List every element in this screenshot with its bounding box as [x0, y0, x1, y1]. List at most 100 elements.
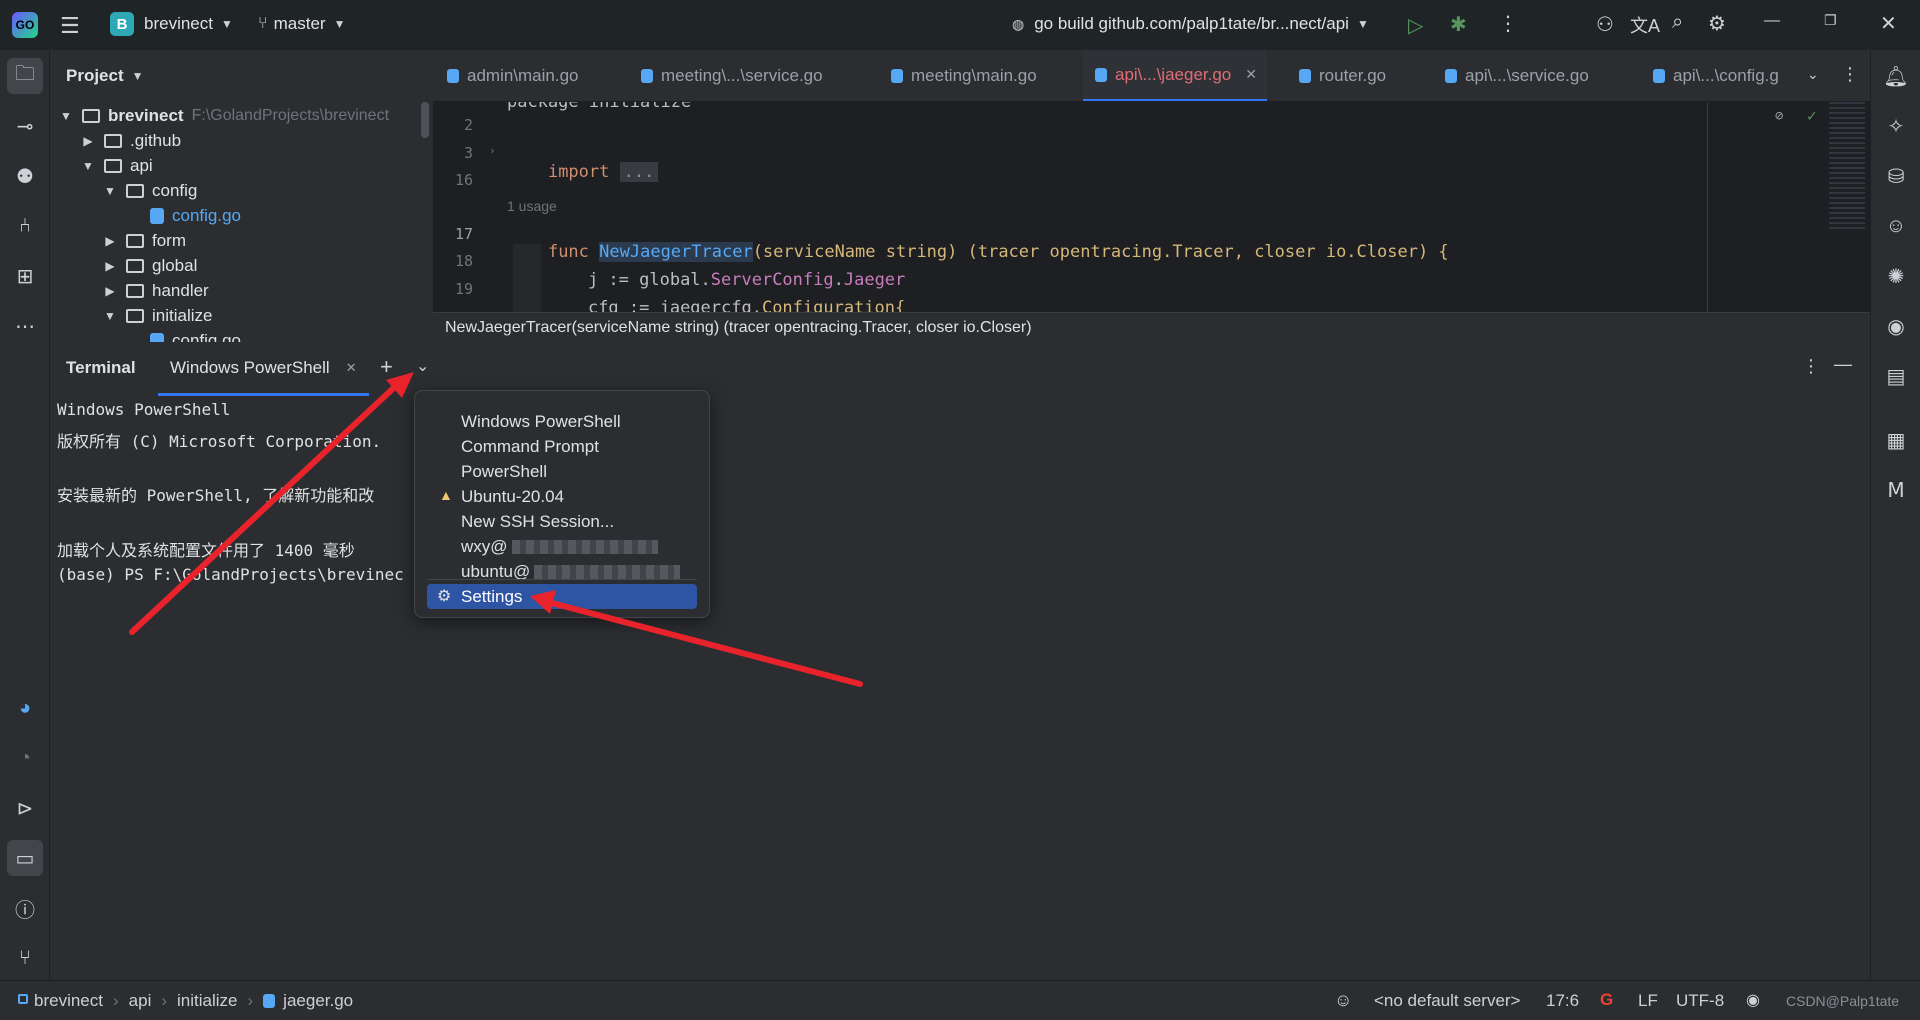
expand-arrow-icon[interactable]: ▼	[102, 309, 118, 323]
project-scrollbar[interactable]	[421, 102, 429, 138]
structure-icon[interactable]: ⊞	[7, 258, 43, 294]
tab-list-chevron-icon[interactable]: ⌄	[1807, 66, 1819, 83]
line-separator[interactable]: LF	[1638, 991, 1658, 1011]
hide-panel-icon[interactable]: —	[1834, 354, 1852, 375]
menu-item-new-ssh-session[interactable]: New SSH Session...	[461, 509, 614, 534]
menu-item-ssh-wxy[interactable]: wxy@	[461, 534, 658, 559]
add-user-icon[interactable]: ⚇	[1596, 12, 1614, 37]
close-tab-icon[interactable]: ✕	[1245, 66, 1257, 83]
profiler-icon[interactable]: ◔	[7, 740, 43, 776]
terminal-options-icon[interactable]: ⋮	[1802, 356, 1820, 377]
menu-item-ssh-ubuntu[interactable]: ubuntu@	[461, 559, 681, 584]
terminal-dropdown-chevron-icon[interactable]: ⌄	[416, 356, 429, 376]
pull-requests-icon[interactable]: ⑃	[7, 208, 43, 244]
expand-arrow-icon[interactable]: ▼	[58, 109, 74, 123]
menu-item-command-prompt[interactable]: Command Prompt	[461, 434, 599, 459]
goland-logo-icon[interactable]: GO	[12, 12, 38, 38]
copilot-icon[interactable]: ☺	[1878, 208, 1914, 244]
plugin-icon[interactable]: ⚉	[7, 158, 43, 194]
more-tools-icon[interactable]: ⋯	[7, 308, 43, 344]
no-problems-check-icon[interactable]: ✓	[1807, 106, 1817, 125]
run-icon[interactable]: ▷	[1408, 13, 1423, 38]
expand-arrow-icon[interactable]: ▶	[102, 259, 118, 273]
tree-item-initialize[interactable]: ▼ initialize	[102, 303, 212, 328]
expand-arrow-icon[interactable]: ▼	[102, 184, 118, 198]
markdown-m-icon[interactable]: Ⅿ	[1878, 472, 1914, 508]
tree-item-handler[interactable]: ▶ handler	[102, 278, 208, 303]
restore-icon[interactable]: ❐	[1824, 12, 1837, 29]
settings-gear-icon[interactable]: ⚙	[1708, 11, 1726, 36]
code-editor[interactable]: package initialize 2 3 › import ... 16 1…	[433, 102, 1870, 312]
menu-item-settings[interactable]: ⚙ Settings	[427, 584, 697, 609]
tab-options-icon[interactable]: ⋮	[1841, 64, 1859, 85]
expand-arrow-icon[interactable]: ▶	[80, 134, 96, 148]
close-tab-icon[interactable]: ✕	[346, 360, 357, 376]
expand-arrow-icon[interactable]: ▶	[102, 284, 118, 298]
tree-item-config-folder[interactable]: ▼ config	[102, 178, 197, 203]
tree-item-label: initialize	[152, 305, 213, 325]
close-window-icon[interactable]: ✕	[1880, 11, 1897, 36]
tree-item-root[interactable]: ▼ brevinect F:\GolandProjects\brevinect	[58, 103, 389, 128]
breadcrumb-item[interactable]: api	[129, 991, 152, 1011]
project-switcher[interactable]: B brevinect ▼	[110, 12, 233, 36]
project-pane-header[interactable]: Project ▼	[50, 50, 433, 102]
menu-item-windows-powershell[interactable]: Windows PowerShell	[461, 409, 621, 434]
google-g-icon[interactable]: G	[1600, 990, 1613, 1010]
problems-icon[interactable]: ⓘ	[7, 890, 43, 926]
new-terminal-plus-icon[interactable]: +	[380, 354, 393, 380]
main-menu-icon[interactable]: ☰	[60, 13, 80, 39]
menu-item-powershell[interactable]: PowerShell	[461, 459, 547, 484]
tree-item-initialize-config-go[interactable]: config.go	[150, 328, 241, 342]
chat-icon[interactable]: ◉	[1878, 308, 1914, 344]
document-icon[interactable]: ▦	[1878, 422, 1914, 458]
editor-tab-active[interactable]: api\...\jaeger.go ✕	[1083, 50, 1267, 101]
breadcrumb-item[interactable]: initialize	[177, 991, 237, 1011]
minimize-icon[interactable]: —	[1764, 12, 1780, 30]
terminal-tab[interactable]: Windows PowerShell ✕	[158, 342, 369, 396]
commit-icon[interactable]: ⊸	[7, 108, 43, 144]
breadcrumb-item[interactable]: jaeger.go	[283, 991, 353, 1011]
expand-arrow-icon[interactable]: ▼	[80, 159, 96, 173]
tree-item-config-go[interactable]: config.go	[150, 203, 241, 228]
editor-tab[interactable]: api\...\config.g	[1653, 50, 1793, 101]
project-folder-icon[interactable]: 🗀	[7, 58, 43, 94]
breadcrumb-item[interactable]: brevinect	[34, 991, 103, 1011]
git-icon[interactable]: ⑂	[7, 940, 43, 976]
gopher-assistant-icon[interactable]: ◕	[7, 690, 43, 726]
usage-hint[interactable]: 1 usage	[507, 198, 557, 214]
expand-arrow-icon[interactable]: ▶	[102, 234, 118, 248]
notifications-icon[interactable]: 🔔︎	[1878, 58, 1914, 94]
tree-item-global[interactable]: ▶ global	[102, 253, 197, 278]
readonly-eye-icon[interactable]: ◉	[1746, 990, 1760, 1010]
editor-tab[interactable]: api\...\service.go	[1445, 50, 1589, 101]
services-icon[interactable]: ⊳	[7, 790, 43, 826]
minimap[interactable]	[1829, 102, 1865, 232]
menu-item-ubuntu[interactable]: Ubuntu-20.04	[461, 484, 564, 509]
reader-mode-icon[interactable]: ⊘	[1775, 108, 1783, 124]
tree-item-api[interactable]: ▼ api	[80, 153, 153, 178]
ai-status-icon[interactable]: ☺	[1334, 990, 1352, 1011]
file-encoding[interactable]: UTF-8	[1676, 991, 1724, 1011]
run-config-selector[interactable]: ◍ go build github.com/palp1tate/br...nec…	[1012, 14, 1369, 34]
fold-arrow-icon[interactable]: ›	[489, 144, 496, 157]
editor-tab[interactable]: meeting\...\service.go	[641, 50, 823, 101]
editor-tab[interactable]: admin\main.go	[447, 50, 579, 101]
translate-icon[interactable]: 文A	[1630, 12, 1660, 38]
more-actions-icon[interactable]: ⋮	[1498, 11, 1518, 36]
caret-position[interactable]: 17:6	[1546, 991, 1579, 1011]
ai-assistant-icon[interactable]: ✧	[1878, 108, 1914, 144]
deployment-server[interactable]: <no default server>	[1374, 991, 1520, 1011]
tree-item-form[interactable]: ▶ form	[102, 228, 186, 253]
editor-tab[interactable]: router.go	[1299, 50, 1386, 101]
terminal-output[interactable]: Windows PowerShell 版权所有 (C) Microsoft Co…	[50, 396, 1870, 980]
title-bar: GO ☰ B brevinect ▼ ⑂ master ▼ ◍ go build…	[0, 0, 1920, 50]
server-icon[interactable]: ▤	[1878, 358, 1914, 394]
tree-item-github[interactable]: ▶ .github	[80, 128, 181, 153]
openai-icon[interactable]: ✺	[1878, 258, 1914, 294]
editor-tab[interactable]: meeting\main.go	[891, 50, 1037, 101]
debug-icon[interactable]: ✱	[1450, 12, 1467, 37]
database-icon[interactable]: ⛁	[1878, 158, 1914, 194]
branch-switcher[interactable]: ⑂ master ▼	[258, 14, 345, 34]
search-icon[interactable]: ⌕	[1672, 11, 1683, 34]
terminal-icon[interactable]: ▭	[7, 840, 43, 876]
